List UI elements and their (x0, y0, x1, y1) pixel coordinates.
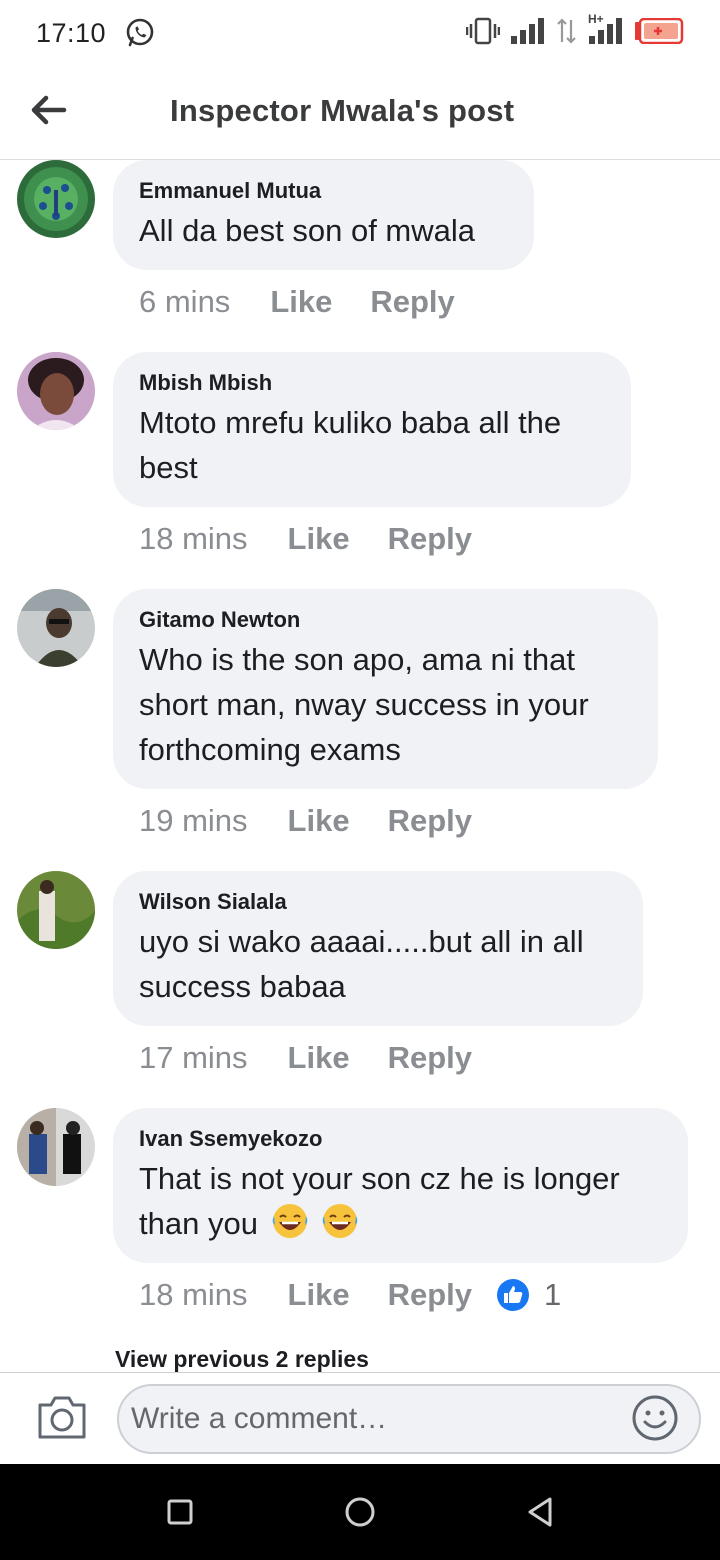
like-button[interactable]: Like (288, 1040, 350, 1076)
comment-meta: 17 mins Like Reply (139, 1040, 472, 1076)
comment-text-line: success babaa (139, 969, 346, 1004)
page-header: Inspector Mwala's post (0, 66, 720, 160)
comment-bubble: Ivan Ssemyekozo That is not your son cz … (113, 1108, 688, 1263)
comment-author[interactable]: Ivan Ssemyekozo (139, 1125, 662, 1152)
comment-time[interactable]: 18 mins (139, 1277, 248, 1313)
smiley-icon[interactable] (630, 1393, 680, 1443)
comment-time[interactable]: 17 mins (139, 1040, 248, 1076)
comment-author[interactable]: Emmanuel Mutua (139, 177, 508, 204)
comment-time[interactable]: 19 mins (139, 803, 248, 839)
like-button[interactable]: Like (270, 284, 332, 320)
comment-text-line: Mtoto mrefu kuliko baba all the (139, 405, 562, 440)
vibrate-icon (466, 17, 500, 45)
data-arrows-icon (557, 18, 576, 44)
reply-button[interactable]: Reply (388, 803, 472, 839)
reply-button[interactable]: Reply (388, 1277, 472, 1313)
comment-meta: 18 mins Like Reply (139, 521, 472, 557)
comment-text-line-with-emoji: than you (139, 1201, 662, 1246)
signal-hplus-icon: H+ (588, 12, 624, 46)
status-icons: H+ (466, 12, 684, 46)
avatar[interactable] (17, 589, 95, 667)
comment-bubble: Mbish Mbish Mtoto mrefu kuliko baba all … (113, 352, 631, 507)
comment-text-line: uyo si wako aaaai.....but all in all (139, 924, 584, 959)
comment-text: Mtoto mrefu kuliko baba all the best (139, 400, 605, 490)
comment-meta: 18 mins Like Reply 1 (139, 1277, 561, 1313)
reply-button[interactable]: Reply (388, 1040, 472, 1076)
avatar[interactable] (17, 871, 95, 949)
comment-text: uyo si wako aaaai.....but all in all suc… (139, 919, 617, 1009)
whatsapp-icon (126, 18, 154, 47)
comment-text: All da best son of mwala (139, 213, 476, 248)
comment-meta: 6 mins Like Reply (139, 284, 455, 320)
comment-text-line: than you (139, 1206, 258, 1241)
camera-icon[interactable] (36, 1393, 88, 1441)
comment-text: That is not your son cz he is longer tha… (139, 1156, 662, 1246)
tears-of-joy-emoji (322, 1204, 358, 1238)
reaction-count[interactable]: 1 (544, 1277, 561, 1313)
thumbs-up-icon[interactable] (496, 1278, 530, 1312)
like-button[interactable]: Like (288, 803, 350, 839)
comment-bubble: Emmanuel Mutua All da best son of mwala (113, 160, 534, 270)
battery-icon (635, 18, 684, 44)
reply-button[interactable]: Reply (370, 284, 454, 320)
comment-meta: 19 mins Like Reply (139, 803, 472, 839)
status-time: 17:10 (36, 17, 107, 48)
comment-composer (0, 1372, 720, 1464)
comment-time[interactable]: 18 mins (139, 521, 248, 557)
comment-text-line: Who is the son apo, ama ni that (139, 642, 575, 677)
avatar[interactable] (17, 352, 95, 430)
comment-input[interactable] (117, 1384, 701, 1454)
comment-text-line: That is not your son cz he is longer (139, 1161, 620, 1196)
avatar[interactable] (17, 160, 95, 238)
comment-text-line: short man, nway success in your (139, 687, 589, 722)
like-button[interactable]: Like (288, 521, 350, 557)
system-nav-bar (0, 1464, 720, 1560)
tears-of-joy-emoji (272, 1204, 307, 1238)
avatar[interactable] (17, 1108, 95, 1186)
home-icon[interactable] (340, 1492, 380, 1532)
comment-bubble: Wilson Sialala uyo si wako aaaai.....but… (113, 871, 643, 1026)
signal-icon (511, 18, 544, 44)
comment-text: Who is the son apo, ama ni that short ma… (139, 637, 632, 772)
back-icon[interactable] (520, 1492, 560, 1532)
comment-author[interactable]: Gitamo Newton (139, 606, 632, 633)
arrow-left-icon[interactable] (28, 90, 68, 130)
like-button[interactable]: Like (288, 1277, 350, 1313)
reply-button[interactable]: Reply (388, 521, 472, 557)
comment-bubble: Gitamo Newton Who is the son apo, ama ni… (113, 589, 658, 789)
comment-author[interactable]: Wilson Sialala (139, 888, 617, 915)
comment-text-line: best (139, 450, 198, 485)
view-previous-replies-link[interactable]: View previous 2 replies (115, 1346, 369, 1372)
comment-author[interactable]: Mbish Mbish (139, 369, 605, 396)
comments-list[interactable]: Emmanuel Mutua All da best son of mwala … (0, 160, 720, 1372)
recent-apps-icon[interactable] (160, 1492, 200, 1532)
page-title: Inspector Mwala's post (170, 93, 515, 128)
comment-time[interactable]: 6 mins (139, 284, 230, 320)
status-bar: 17:10 H+ (0, 0, 720, 66)
comment-text-line: forthcoming exams (139, 732, 401, 767)
